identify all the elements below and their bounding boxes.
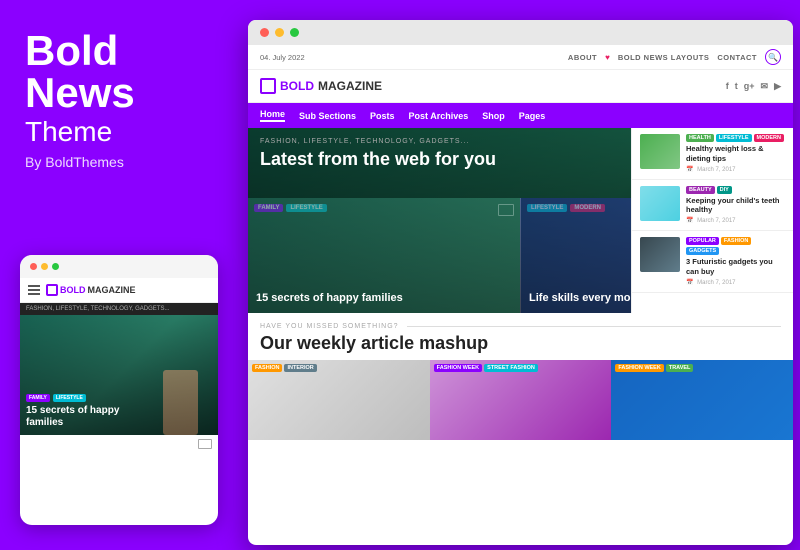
sidebar-thumb-1 <box>640 134 680 169</box>
mit-street: STREET FASHION <box>484 364 538 372</box>
site-nav: Home Sub Sections Posts Post Archives Sh… <box>248 103 793 128</box>
browser-chrome <box>248 20 793 45</box>
sidebar-3-title: 3 Futuristic gadgets you can buy <box>686 257 785 277</box>
mobile-bottom <box>20 435 218 453</box>
image-icon <box>198 439 212 449</box>
sidebar-3-tags: POPULAR FASHION GADGETS <box>686 237 785 255</box>
sidebar-article-1[interactable]: HEALTH LIFESTYLE MODERN Healthy weight l… <box>632 128 793 180</box>
google-icon[interactable]: g+ <box>744 81 755 91</box>
mashup-images: FASHION INTERIOR FASHION WEEK STREET FAS… <box>248 360 793 440</box>
brand-by: By BoldThemes <box>25 154 223 170</box>
mashup-img-1[interactable]: FASHION INTERIOR <box>248 360 430 440</box>
mobile-tagline: FASHION, LIFESTYLE, TECHNOLOGY, GADGETS.… <box>20 303 218 315</box>
mobile-dot-green <box>52 263 59 270</box>
facebook-icon[interactable]: f <box>726 81 729 91</box>
sidebar-3-date: 📅 March 7, 2017 <box>686 279 785 286</box>
browser-dot-yellow[interactable] <box>275 28 284 37</box>
browser-dot-red[interactable] <box>260 28 269 37</box>
mobile-header: BOLD MAGAZINE <box>20 278 218 303</box>
left-panel: Bold News Theme By BoldThemes BOLD MAGAZ… <box>0 0 248 550</box>
nav-post-archives[interactable]: Post Archives <box>409 111 469 121</box>
email-icon[interactable]: ✉ <box>761 81 769 92</box>
mobile-hero: FAMILY LIFESTYLE 15 secrets of happyfami… <box>20 315 218 435</box>
sidebar-thumb-2 <box>640 186 680 221</box>
sidebar-article-2-content: BEAUTY DIY Keeping your child's teeth he… <box>686 186 785 225</box>
topbar-left: 04. July 2022 <box>260 53 305 62</box>
topbar-about[interactable]: ABOUT <box>568 53 597 62</box>
sidebar-article-2[interactable]: BEAUTY DIY Keeping your child's teeth he… <box>632 180 793 232</box>
sidebar-article-3-content: POPULAR FASHION GADGETS 3 Futuristic gad… <box>686 237 785 286</box>
mit-fashion-3: FASHION WEEK <box>615 364 663 372</box>
stag-gadgets: GADGETS <box>686 247 719 255</box>
mashup-img-2[interactable]: FASHION WEEK STREET FASHION <box>430 360 612 440</box>
nav-shop[interactable]: Shop <box>482 111 505 121</box>
sidebar-1-title: Healthy weight loss & dieting tips <box>686 144 785 164</box>
calendar-icon-1: 📅 <box>686 167 693 173</box>
hero-section: FASHION, LIFESTYLE, TECHNOLOGY, GADGETS.… <box>248 128 793 313</box>
mobile-dot-red <box>30 263 37 270</box>
topbar-right: ABOUT ♥ BOLD NEWS LAYOUTS CONTACT 🔍 <box>568 49 781 65</box>
stag-popular: POPULAR <box>686 237 719 245</box>
stag-health: HEALTH <box>686 134 714 142</box>
site-header: BOLD MAGAZINE f t g+ ✉ ▶ <box>248 70 793 103</box>
site-topbar: 04. July 2022 ABOUT ♥ BOLD NEWS LAYOUTS … <box>248 45 793 70</box>
mashup-title: Our weekly article mashup <box>260 333 781 354</box>
sidebar-2-tags: BEAUTY DIY <box>686 186 785 194</box>
hamburger-icon[interactable] <box>28 285 40 295</box>
sidebar-article-3[interactable]: POPULAR FASHION GADGETS 3 Futuristic gad… <box>632 231 793 293</box>
article-1-title: 15 secrets of happy families <box>256 291 512 305</box>
mit-fashion-week: FASHION WEEK <box>434 364 482 372</box>
nav-pages[interactable]: Pages <box>519 111 546 121</box>
mit-travel: TRAVEL <box>666 364 694 372</box>
nav-posts[interactable]: Posts <box>370 111 395 121</box>
site-logo: BOLD MAGAZINE <box>260 78 382 94</box>
article-1-content: 15 secrets of happy families <box>256 291 512 305</box>
sidebar-articles: HEALTH LIFESTYLE MODERN Healthy weight l… <box>631 128 793 313</box>
sidebar-article-1-content: HEALTH LIFESTYLE MODERN Healthy weight l… <box>686 134 785 173</box>
mashup-section: HAVE YOU MISSED SOMETHING? Our weekly ar… <box>248 313 793 360</box>
sidebar-1-date: 📅 March 7, 2017 <box>686 166 785 173</box>
mobile-dot-yellow <box>41 263 48 270</box>
calendar-icon-3: 📅 <box>686 280 693 286</box>
mobile-mockup: BOLD MAGAZINE FASHION, LIFESTYLE, TECHNO… <box>20 255 218 525</box>
mit-interior: INTERIOR <box>284 364 316 372</box>
rss-icon[interactable]: ▶ <box>774 81 781 92</box>
brand-name: Bold News <box>25 30 223 114</box>
mashup-img-1-tags: FASHION INTERIOR <box>252 364 317 372</box>
topbar-contact[interactable]: CONTACT <box>717 53 757 62</box>
browser-dot-green[interactable] <box>290 28 299 37</box>
topbar-date: 04. July 2022 <box>260 53 305 62</box>
stag-fashion: FASHION <box>721 237 751 245</box>
brand-theme: Theme <box>25 116 223 148</box>
sidebar-thumb-3 <box>640 237 680 272</box>
mobile-logo: BOLD MAGAZINE <box>46 284 136 296</box>
stag-diy: DIY <box>717 186 732 194</box>
logo-icon <box>260 78 276 94</box>
social-icons: f t g+ ✉ ▶ <box>726 81 781 92</box>
nav-home[interactable]: Home <box>260 109 285 122</box>
mit-fashion-1: FASHION <box>252 364 282 372</box>
mashup-img-3[interactable]: FASHION WEEK TRAVEL <box>611 360 793 440</box>
topbar-bold-news[interactable]: BOLD NEWS LAYOUTS <box>618 53 710 62</box>
stag-lifestyle: LIFESTYLE <box>716 134 752 142</box>
mobile-hero-title: 15 secrets of happyfamilies <box>26 405 212 429</box>
heart-icon: ♥ <box>605 53 610 62</box>
sidebar-1-tags: HEALTH LIFESTYLE MODERN <box>686 134 785 142</box>
mobile-dots <box>20 255 218 278</box>
stag-beauty: BEAUTY <box>686 186 715 194</box>
mashup-label: HAVE YOU MISSED SOMETHING? <box>260 323 781 330</box>
nav-sub-sections[interactable]: Sub Sections <box>299 111 356 121</box>
mashup-img-3-tags: FASHION WEEK TRAVEL <box>615 364 693 372</box>
mashup-img-2-tags: FASHION WEEK STREET FASHION <box>434 364 538 372</box>
search-icon[interactable]: 🔍 <box>765 49 781 65</box>
calendar-icon-2: 📅 <box>686 218 693 224</box>
stag-modern: MODERN <box>754 134 784 142</box>
sidebar-2-title: Keeping your child's teeth healthy <box>686 196 785 216</box>
article-card-1[interactable]: FAMILY LIFESTYLE 15 secrets of happy fam… <box>248 198 520 313</box>
sidebar-2-date: 📅 March 7, 2017 <box>686 217 785 224</box>
twitter-icon[interactable]: t <box>735 81 738 91</box>
browser-mockup: 04. July 2022 ABOUT ♥ BOLD NEWS LAYOUTS … <box>248 20 793 545</box>
mobile-logo-icon <box>46 284 58 296</box>
